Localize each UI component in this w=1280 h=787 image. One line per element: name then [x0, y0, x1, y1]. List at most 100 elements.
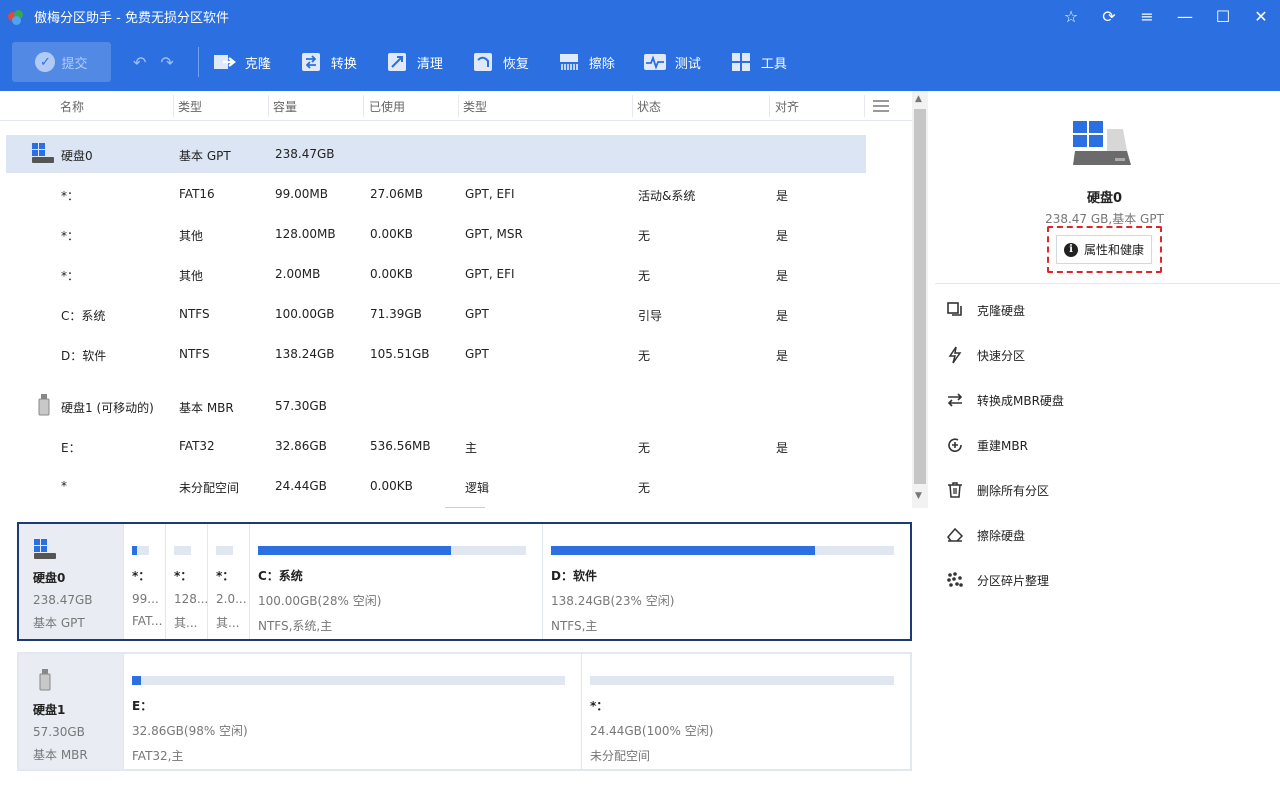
partition-block[interactable]: *： 128... 其... [165, 524, 207, 639]
column-menu-icon[interactable] [873, 100, 889, 112]
convert-icon [299, 51, 323, 73]
table-header: 名称 类型 容量 已使用 类型 状态 对齐 [0, 91, 912, 121]
scroll-up-icon[interactable]: ▲ [915, 94, 922, 104]
partition-fs: 其... [216, 616, 240, 630]
partition-block-unallocated[interactable]: *： 24.44GB(100% 空闲) 未分配空间 [581, 654, 910, 769]
table-row[interactable]: * 未分配空间 24.44GB 0.00KB 逻辑 无 [6, 467, 866, 505]
partition-size: 128... [174, 592, 207, 606]
action-delete-all-partitions[interactable]: 删除所有分区 [945, 479, 1049, 501]
partition-block[interactable]: *： 99... FAT... [123, 524, 165, 639]
row-name: 硬盘0 [61, 149, 93, 163]
action-defrag[interactable]: 分区碎片整理 [945, 569, 1049, 591]
row-status: 无 [638, 269, 651, 283]
disk-icon [34, 539, 56, 559]
partition-name: E： [132, 699, 153, 713]
col-capacity[interactable]: 容量 [273, 98, 297, 115]
recover-icon [471, 51, 495, 73]
table-row[interactable]: E： FAT32 32.86GB 536.56MB 主 无 是 [6, 427, 866, 465]
eraser-icon [945, 525, 965, 545]
row-capacity: 99.00MB [275, 187, 328, 201]
partition-fs: NTFS,主 [551, 619, 598, 633]
partition-block-e[interactable]: E： 32.86GB(98% 空闲) FAT32,主 [123, 654, 581, 769]
toolbar-clone-button[interactable]: 克隆 [213, 51, 271, 73]
commit-button[interactable]: ✓ 提交 [12, 42, 111, 82]
maximize-icon[interactable]: ☐ [1204, 0, 1242, 33]
app-logo-icon [8, 9, 24, 25]
row-type: 其他 [179, 269, 204, 283]
clone-disk-icon [945, 300, 965, 320]
right-panel: 硬盘0 238.47 GB,基本 GPT i 属性和健康 克隆硬盘 快速分区 转… [929, 91, 1280, 787]
row-capacity: 138.24GB [275, 347, 335, 361]
row-name: E： [61, 441, 81, 455]
row-type: FAT32 [179, 439, 215, 453]
row-used: 71.39GB [370, 307, 422, 321]
disk-size: 57.30GB [33, 725, 85, 739]
table-row[interactable]: *： FAT16 99.00MB 27.06MB GPT, EFI 活动&系统 … [6, 175, 866, 213]
toolbar-cleanup-button[interactable]: 清理 [385, 51, 443, 73]
usb-drive-icon [39, 669, 51, 691]
table-row-disk0[interactable]: 硬盘0 基本 GPT 238.47GB [6, 135, 866, 173]
row-name: *： [61, 269, 80, 283]
minimize-icon[interactable]: — [1166, 0, 1204, 33]
disk-name: 硬盘1 [33, 703, 66, 717]
close-icon[interactable]: ✕ [1242, 0, 1280, 33]
row-name: C：系统 [61, 309, 106, 323]
partition-block-c[interactable]: C：系统 100.00GB(28% 空闲) NTFS,系统,主 [249, 524, 542, 639]
row-name: 硬盘1 (可移动的) [61, 401, 154, 415]
col-partition-type[interactable]: 类型 [463, 98, 487, 115]
hard-disk-icon [1071, 119, 1133, 169]
table-row[interactable]: *： 其他 128.00MB 0.00KB GPT, MSR 无 是 [6, 215, 866, 253]
action-rebuild-mbr[interactable]: 重建MBR [945, 434, 1028, 456]
partition-block-d[interactable]: D：软件 138.24GB(23% 空闲) NTFS,主 [542, 524, 910, 639]
row-name: *： [61, 229, 80, 243]
table-row[interactable]: *： 其他 2.00MB 0.00KB GPT, EFI 无 是 [6, 255, 866, 293]
star-icon[interactable]: ☆ [1052, 0, 1090, 33]
disk-card-disk1[interactable]: 硬盘1 57.30GB 基本 MBR E： 32.86GB(98% 空闲) FA… [17, 652, 912, 771]
row-align: 是 [776, 309, 789, 323]
disk-icon [31, 142, 55, 167]
action-label: 删除所有分区 [977, 483, 1050, 498]
col-type[interactable]: 类型 [178, 98, 202, 115]
toolbar-tools-button[interactable]: 工具 [729, 51, 787, 73]
disk-card-disk0[interactable]: 硬盘0 238.47GB 基本 GPT *： 99... FAT... *： 1… [17, 522, 912, 641]
row-type: 未分配空间 [179, 481, 240, 495]
partition-fs: 其... [174, 616, 198, 630]
toolbar-recover-button[interactable]: 恢复 [471, 51, 529, 73]
wipe-icon [557, 51, 581, 73]
table-row[interactable]: D：软件 NTFS 138.24GB 105.51GB GPT 无 是 [6, 335, 866, 373]
toolbar-convert-button[interactable]: 转换 [299, 51, 357, 73]
undo-icon[interactable]: ↶ [133, 53, 146, 72]
cleanup-icon [385, 51, 409, 73]
action-wipe-disk[interactable]: 擦除硬盘 [945, 524, 1025, 546]
redo-icon[interactable]: ↷ [160, 53, 173, 72]
vertical-scrollbar[interactable]: ▲ ▼ [912, 91, 928, 508]
usage-bar [132, 546, 149, 555]
action-convert-mbr[interactable]: 转换成MBR硬盘 [945, 389, 1064, 411]
toolbar-test-button[interactable]: 测试 [643, 51, 701, 73]
col-used[interactable]: 已使用 [369, 98, 405, 115]
col-align[interactable]: 对齐 [775, 98, 799, 115]
properties-health-button[interactable]: i 属性和健康 [1056, 235, 1152, 264]
menu-icon[interactable]: ≡ [1128, 0, 1166, 33]
row-partition-type: 主 [465, 441, 478, 455]
action-quick-partition[interactable]: 快速分区 [945, 344, 1025, 366]
row-status: 无 [638, 481, 651, 495]
usb-drive-icon [37, 393, 51, 420]
partition-block[interactable]: *： 2.0... 其... [207, 524, 249, 639]
partition-size: 32.86GB(98% 空闲) [132, 724, 248, 738]
toolbar-wipe-label: 擦除 [588, 56, 615, 72]
partition-size: 99... [132, 592, 159, 606]
table-row[interactable]: C：系统 NTFS 100.00GB 71.39GB GPT 引导 是 [6, 295, 866, 333]
scroll-thumb[interactable] [914, 109, 926, 484]
scroll-down-icon[interactable]: ▼ [915, 491, 922, 501]
col-name[interactable]: 名称 [60, 98, 84, 115]
row-status: 无 [638, 349, 651, 363]
col-status[interactable]: 状态 [637, 98, 661, 115]
action-clone-disk[interactable]: 克隆硬盘 [945, 299, 1025, 321]
table-row-disk1[interactable]: 硬盘1 (可移动的) 基本 MBR 57.30GB [6, 387, 866, 425]
partition-size: 2.0... [216, 592, 247, 606]
partition-fs: FAT32,主 [132, 749, 184, 763]
refresh-icon[interactable]: ⟳ [1090, 0, 1128, 33]
toolbar-wipe-button[interactable]: 擦除 [557, 51, 615, 73]
partition-name: *： [132, 569, 151, 583]
